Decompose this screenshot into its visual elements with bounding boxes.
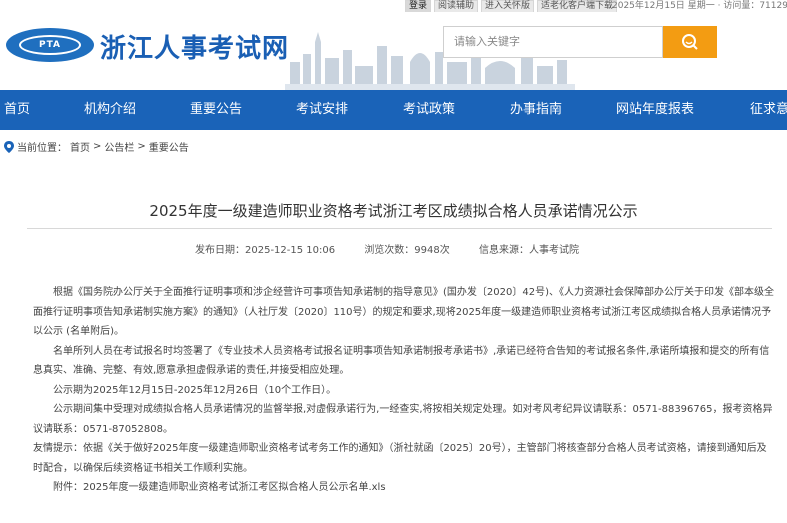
breadcrumb-separator: > — [93, 141, 102, 152]
info-source: 信息来源：人事考试院 — [478, 245, 579, 256]
search-input[interactable]: 请输入关键字 — [443, 26, 663, 58]
article-paragraph: 公示期为2025年12月15日-2025年12月26日（10个工作日）。 — [53, 384, 337, 396]
article-title-wrap: 2025年度一级建造师职业资格考试浙江考区成绩拟合格人员承诺情况公示 — [0, 200, 787, 221]
nav-item-annual-report[interactable]: 网站年度报表 — [616, 90, 694, 130]
visit-count: 访问量：71129 — [723, 1, 787, 11]
nav-item-guide[interactable]: 办事指南 — [510, 90, 562, 130]
article-body: 根据《国务院办公厅关于全面推行证明事项和涉企经营许可事项告知承诺制的指导意见》(… — [33, 283, 775, 498]
attachment-link[interactable]: 附件：2025年度一级建造师职业资格考试浙江考区拟合格人员公示名单.xls — [33, 478, 775, 498]
site-name[interactable]: 浙江人事考试网 — [100, 28, 289, 65]
nav-item-about[interactable]: 机构介绍 — [84, 90, 136, 130]
breadcrumb-label: 当前位置： — [17, 143, 67, 154]
friendly-tip: 友情提示：依据《关于做好2025年度一级建造师职业资格考试考务工作的通知》（浙社… — [33, 443, 767, 474]
breadcrumb: 当前位置： 首页 > 公告栏 > 重要公告 — [4, 139, 189, 154]
nav-item-consultation[interactable]: 征求意 — [750, 90, 787, 130]
breadcrumb-home[interactable]: 首页 — [70, 139, 90, 154]
date-visits: 2025年12月15日 星期一 · 访问量：71129 — [612, 0, 787, 12]
nav-item-announcements[interactable]: 重要公告 — [190, 90, 242, 130]
nav-item-exam-schedule[interactable]: 考试安排 — [296, 90, 348, 130]
breadcrumb-current[interactable]: 重要公告 — [149, 139, 189, 154]
article-meta: 发布日期：2025-12-15 10:06 浏览次数：9948次 信息来源：人事… — [195, 241, 605, 256]
main-nav: 首页 机构介绍 重要公告 考试安排 考试政策 办事指南 网站年度报表 征求意 — [0, 90, 787, 130]
view-count: 浏览次数：9948次 — [364, 245, 450, 256]
current-date: 2025年12月15日 — [612, 1, 685, 11]
weekday: 星期一 — [687, 1, 715, 11]
article-paragraph: 根据《国务院办公厅关于全面推行证明事项和涉企经营许可事项告知承诺制的指导意见》(… — [33, 287, 774, 337]
nav-item-home[interactable]: 首页 — [4, 90, 30, 130]
location-pin-icon — [4, 140, 14, 153]
search-icon — [682, 34, 698, 50]
nav-item-exam-policy[interactable]: 考试政策 — [403, 90, 455, 130]
article-paragraph: 公示期间集中受理对成绩拟合格人员承诺情况的监督举报,对虚假承诺行为,一经查实,将… — [33, 404, 773, 435]
title-divider — [27, 228, 772, 229]
breadcrumb-separator: > — [137, 141, 146, 152]
breadcrumb-board[interactable]: 公告栏 — [104, 139, 134, 154]
article-title: 2025年度一级建造师职业资格考试浙江考区成绩拟合格人员承诺情况公示 — [149, 202, 638, 220]
search-button[interactable] — [663, 26, 717, 58]
publish-date: 发布日期：2025-12-15 10:06 — [195, 245, 336, 256]
logo-text: PTA — [19, 35, 81, 55]
article-paragraph: 名单所列人员在考试报名时均签署了《专业技术人员资格考试报名证明事项告知承诺制报考… — [33, 345, 770, 377]
site-header: PTA 浙江人事考试网 请输入关键字 — [0, 12, 787, 90]
separator: · — [717, 1, 721, 11]
site-logo[interactable]: PTA — [6, 28, 94, 62]
